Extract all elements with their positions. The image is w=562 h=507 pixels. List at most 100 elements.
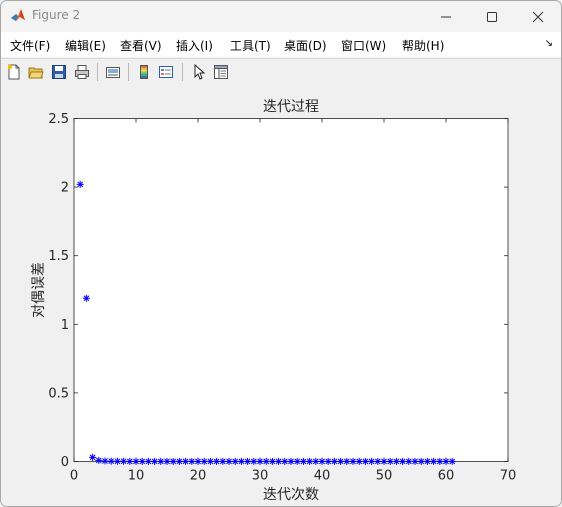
- data-point: [318, 457, 326, 465]
- x-tick-label: 70: [500, 469, 517, 484]
- data-point: [411, 457, 419, 465]
- y-axis-label: 对偶误差: [31, 262, 47, 318]
- toolbar-separator: [182, 63, 183, 81]
- menu-insert[interactable]: 插入(I): [176, 37, 213, 54]
- data-point: [250, 457, 258, 465]
- y-tick-label: 0: [61, 455, 69, 470]
- figure-toolbar: [1, 58, 561, 87]
- x-tick-label: 0: [70, 469, 78, 484]
- data-point: [430, 457, 438, 465]
- open-file-button[interactable]: [26, 62, 46, 82]
- data-point: [374, 457, 382, 465]
- toolbar-separator: [97, 63, 98, 81]
- window-title: Figure 2: [32, 8, 81, 22]
- y-tick-label: 1: [61, 318, 69, 333]
- data-point: [281, 457, 289, 465]
- data-point: [436, 457, 444, 465]
- x-tick-label: 20: [190, 469, 207, 484]
- data-point: [293, 457, 301, 465]
- data-point: [76, 180, 84, 188]
- y-tick-label: 1.5: [48, 249, 69, 264]
- data-point: [244, 457, 252, 465]
- link-plot-button[interactable]: [103, 62, 123, 82]
- save-button[interactable]: [49, 62, 69, 82]
- menu-desktop[interactable]: 桌面(D): [284, 37, 327, 54]
- data-point: [138, 457, 146, 465]
- y-tick-label: 0.5: [48, 386, 69, 401]
- figure-canvas[interactable]: 迭代过程 迭代次数 对偶误差 0 10 20 30 40 50 60 70 0 0.5 1 1.5 2 2…: [1, 86, 561, 506]
- save-icon: [52, 65, 66, 79]
- x-tick-label: 10: [128, 469, 145, 484]
- data-point: [306, 457, 314, 465]
- figure-window: Figure 2 文件(F) 编辑(E) 查看(V) 插入(I) 工具(T) 桌…: [0, 0, 562, 507]
- x-axis-label: 迭代次数: [263, 487, 319, 503]
- data-point: [151, 457, 159, 465]
- data-point: [219, 457, 227, 465]
- maximize-button[interactable]: [469, 1, 515, 32]
- axes-background: [73, 118, 509, 462]
- data-point: [337, 457, 345, 465]
- data-point: [82, 294, 90, 302]
- legend-icon: [159, 66, 173, 78]
- data-point: [380, 457, 388, 465]
- x-tick-label: 40: [314, 469, 331, 484]
- new-figure-icon: [7, 64, 20, 80]
- y-tick-label: 2.5: [48, 112, 69, 127]
- menu-help[interactable]: 帮助(H): [402, 37, 444, 54]
- data-point: [132, 457, 140, 465]
- data-point: [113, 457, 121, 465]
- data-point: [206, 457, 214, 465]
- menu-window[interactable]: 窗口(W): [341, 37, 386, 54]
- colorbar-button[interactable]: [134, 62, 154, 82]
- new-figure-button[interactable]: [4, 62, 24, 82]
- minimize-button[interactable]: [423, 1, 469, 32]
- axes-plot[interactable]: 迭代过程 迭代次数 对偶误差 0 10 20 30 40 50 60 70 0 0.5 1 1.5 2 2…: [1, 86, 561, 506]
- data-point: [175, 457, 183, 465]
- data-point: [361, 457, 369, 465]
- x-tick-label: 50: [376, 469, 393, 484]
- data-point: [355, 457, 363, 465]
- colorbar-icon: [140, 65, 148, 79]
- data-point: [169, 457, 177, 465]
- data-point: [144, 457, 152, 465]
- data-point: [107, 457, 115, 465]
- data-point: [423, 457, 431, 465]
- print-button[interactable]: [72, 62, 92, 82]
- legend-button[interactable]: [156, 62, 176, 82]
- data-point: [101, 457, 109, 465]
- data-point: [287, 457, 295, 465]
- link-plot-icon: [106, 67, 120, 78]
- menu-file[interactable]: 文件(F): [10, 37, 50, 54]
- y-tick-label: 2: [61, 181, 69, 196]
- data-point: [95, 456, 103, 464]
- title-bar[interactable]: Figure 2: [1, 1, 561, 32]
- data-point: [386, 457, 394, 465]
- menu-view[interactable]: 查看(V): [120, 37, 162, 54]
- data-point: [268, 457, 276, 465]
- x-tick-label: 30: [252, 469, 269, 484]
- data-point: [231, 457, 239, 465]
- toolbar-separator: [128, 63, 129, 81]
- menu-bar: 文件(F) 编辑(E) 查看(V) 插入(I) 工具(T) 桌面(D) 窗口(W…: [1, 32, 561, 57]
- data-point: [256, 457, 264, 465]
- data-point: [275, 457, 283, 465]
- data-point: [349, 457, 357, 465]
- data-point: [163, 457, 171, 465]
- open-file-icon: [28, 67, 44, 79]
- property-editor-button[interactable]: [211, 62, 231, 82]
- menu-edit[interactable]: 编辑(E): [65, 37, 106, 54]
- menu-overflow-icon[interactable]: ↘: [545, 38, 553, 49]
- pointer-button[interactable]: [189, 62, 209, 82]
- data-point: [237, 457, 245, 465]
- matlab-logo-icon: [11, 9, 25, 21]
- data-point: [126, 457, 134, 465]
- data-point: [213, 457, 221, 465]
- data-point: [417, 457, 425, 465]
- close-button[interactable]: [515, 1, 561, 32]
- maximize-icon: [487, 12, 497, 22]
- data-point: [343, 457, 351, 465]
- data-point: [194, 457, 202, 465]
- data-point: [188, 457, 196, 465]
- data-point: [262, 457, 270, 465]
- menu-tools[interactable]: 工具(T): [230, 37, 271, 54]
